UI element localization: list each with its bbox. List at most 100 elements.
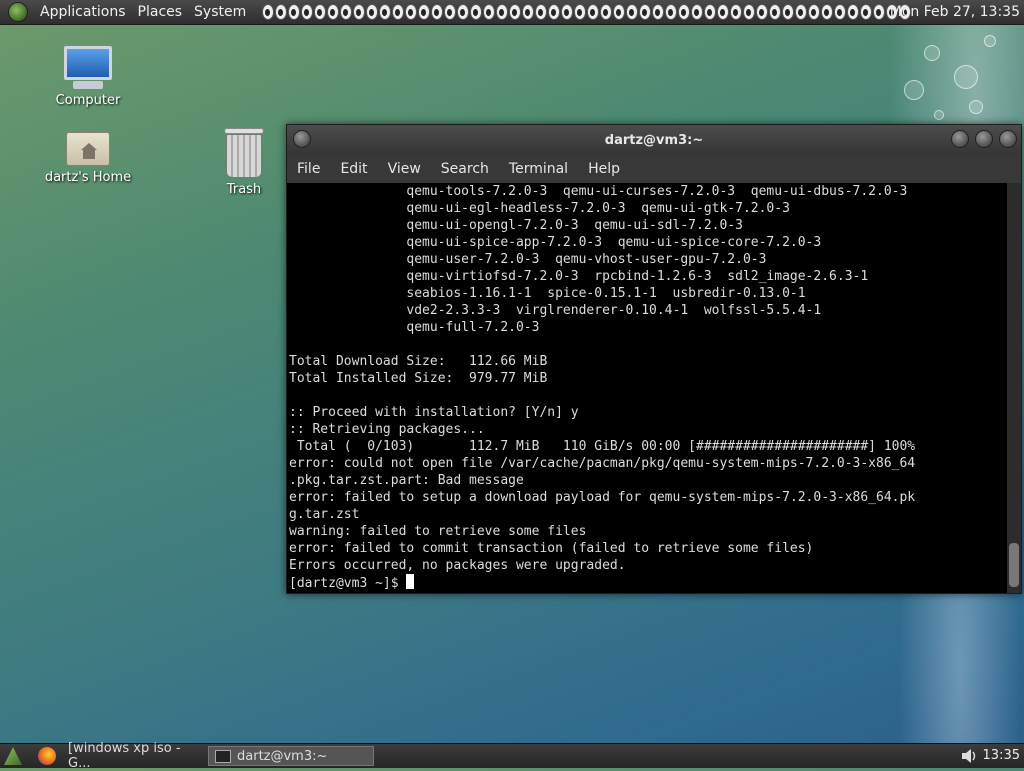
eye-applet-icon <box>717 4 730 20</box>
firefox-icon[interactable] <box>38 747 56 765</box>
taskbar-item-browser[interactable]: [windows xp iso - G... <box>62 741 202 771</box>
eye-applet-icon <box>431 4 444 20</box>
terminal-output[interactable]: qemu-tools-7.2.0-3 qemu-ui-curses-7.2.0-… <box>287 183 1007 593</box>
maximize-icon[interactable] <box>975 130 993 148</box>
terminal-window[interactable]: dartz@vm3:~ File Edit View Search Termin… <box>286 124 1022 594</box>
eye-applet-icon <box>327 4 340 20</box>
shell-prompt: [dartz@vm3 ~]$ <box>289 576 407 591</box>
terminal-line: qemu-tools-7.2.0-3 qemu-ui-curses-7.2.0-… <box>406 184 908 199</box>
close-icon[interactable] <box>999 130 1017 148</box>
terminal-text: qemu-tools-7.2.0-3 qemu-ui-curses-7.2.0-… <box>287 183 1007 592</box>
terminal-icon <box>215 749 231 763</box>
terminal-line: vde2-2.3.3-3 virglrenderer-0.10.4-1 wolf… <box>406 303 822 318</box>
eye-applet-icon <box>561 4 574 20</box>
eye-applet-icon <box>379 4 392 20</box>
terminal-menubar: File Edit View Search Terminal Help <box>287 155 1021 183</box>
text-cursor <box>406 574 415 589</box>
terminal-line: error: failed to commit transaction (fai… <box>289 541 814 556</box>
terminal-line: .pkg.tar.zst.part: Bad message <box>289 473 524 488</box>
terminal-scrollbar[interactable] <box>1007 183 1021 593</box>
home-folder-icon <box>66 132 110 166</box>
eye-applet-icon <box>730 4 743 20</box>
taskbar-item-label: dartz@vm3:~ <box>237 748 328 764</box>
eye-applet-icon <box>353 4 366 20</box>
menu-view[interactable]: View <box>378 161 431 177</box>
eye-applet-icon <box>522 4 535 20</box>
system-menu[interactable]: System <box>188 4 252 20</box>
eye-applet-icon <box>288 4 301 20</box>
menu-help[interactable]: Help <box>578 161 630 177</box>
eye-applet-icon <box>405 4 418 20</box>
terminal-line: :: Retrieving packages... <box>289 422 485 437</box>
terminal-line: error: could not open file /var/cache/pa… <box>289 456 916 471</box>
terminal-line: seabios-1.16.1-1 spice-0.15.1-1 usbredir… <box>406 286 806 301</box>
eye-applet-icon <box>366 4 379 20</box>
eye-applet-icon <box>795 4 808 20</box>
window-title: dartz@vm3:~ <box>604 132 704 148</box>
taskbar-item-terminal[interactable]: dartz@vm3:~ <box>208 746 374 766</box>
eye-applet-icon <box>587 4 600 20</box>
eye-applet-icon <box>392 4 405 20</box>
eye-applet-icon <box>444 4 457 20</box>
terminal-line: Total ( 0/103) 112.7 MiB 110 GiB/s 00:00… <box>296 439 916 454</box>
eye-applet-icon <box>340 4 353 20</box>
menu-edit[interactable]: Edit <box>330 161 377 177</box>
places-menu[interactable]: Places <box>132 4 189 20</box>
terminal-line: error: failed to setup a download payloa… <box>289 490 916 505</box>
scrollbar-thumb[interactable] <box>1009 543 1019 587</box>
desktop-icon-label: dartz's Home <box>44 170 132 185</box>
menu-search[interactable]: Search <box>431 161 499 177</box>
eye-applet-icon <box>860 4 873 20</box>
terminal-line: Total Download Size: 112.66 MiB <box>289 354 548 369</box>
eye-applet-icon <box>782 4 795 20</box>
desktop-icon-computer[interactable]: Computer <box>38 46 138 108</box>
applications-menu[interactable]: Applications <box>34 4 132 20</box>
eye-applet-icon <box>834 4 847 20</box>
terminal-line: :: Proceed with installation? [Y/n] y <box>289 405 579 420</box>
bottom-clock[interactable]: 13:35 <box>983 748 1020 763</box>
window-titlebar[interactable]: dartz@vm3:~ <box>287 125 1021 155</box>
minimize-icon[interactable] <box>951 130 969 148</box>
terminal-line: qemu-ui-egl-headless-7.2.0-3 qemu-ui-gtk… <box>406 201 790 216</box>
eye-applet-icon <box>275 4 288 20</box>
terminal-line: qemu-full-7.2.0-3 <box>406 320 540 335</box>
window-menu-icon[interactable] <box>293 130 311 148</box>
terminal-line: qemu-ui-opengl-7.2.0-3 qemu-ui-sdl-7.2.0… <box>406 218 743 233</box>
panel-applets <box>262 4 912 20</box>
main-menu-logo-icon[interactable] <box>8 2 28 22</box>
eye-applet-icon <box>704 4 717 20</box>
eye-applet-icon <box>301 4 314 20</box>
eye-applet-icon <box>873 4 886 20</box>
terminal-line: qemu-user-7.2.0-3 qemu-vhost-user-gpu-7.… <box>406 252 767 267</box>
menu-file[interactable]: File <box>287 161 330 177</box>
eye-applet-icon <box>626 4 639 20</box>
show-desktop-icon[interactable] <box>4 747 22 765</box>
desktop-icon-home[interactable]: dartz's Home <box>38 128 138 185</box>
terminal-line: g.tar.zst <box>289 507 360 522</box>
eye-applet-icon <box>743 4 756 20</box>
eye-applet-icon <box>665 4 678 20</box>
eye-applet-icon <box>613 4 626 20</box>
eye-applet-icon <box>496 4 509 20</box>
eye-applet-icon <box>470 4 483 20</box>
eye-applet-icon <box>691 4 704 20</box>
terminal-line: qemu-ui-spice-app-7.2.0-3 qemu-ui-spice-… <box>406 235 822 250</box>
desktop-icon-trash[interactable]: Trash <box>194 128 294 197</box>
eye-applet-icon <box>821 4 834 20</box>
eye-applet-icon <box>600 4 613 20</box>
top-clock[interactable]: Mon Feb 27, 13:35 <box>890 4 1020 20</box>
eye-applet-icon <box>769 4 782 20</box>
eye-applet-icon <box>756 4 769 20</box>
volume-icon[interactable] <box>960 747 978 765</box>
taskbar-item-label: [windows xp iso - G... <box>68 741 181 771</box>
eye-applet-icon <box>483 4 496 20</box>
eye-applet-icon <box>639 4 652 20</box>
terminal-line: warning: failed to retrieve some files <box>289 524 587 539</box>
eye-applet-icon <box>574 4 587 20</box>
eye-applet-icon <box>652 4 665 20</box>
eye-applet-icon <box>262 4 275 20</box>
eye-applet-icon <box>314 4 327 20</box>
eye-applet-icon <box>847 4 860 20</box>
menu-terminal[interactable]: Terminal <box>499 161 578 177</box>
terminal-line: qemu-virtiofsd-7.2.0-3 rpcbind-1.2.6-3 s… <box>406 269 869 284</box>
